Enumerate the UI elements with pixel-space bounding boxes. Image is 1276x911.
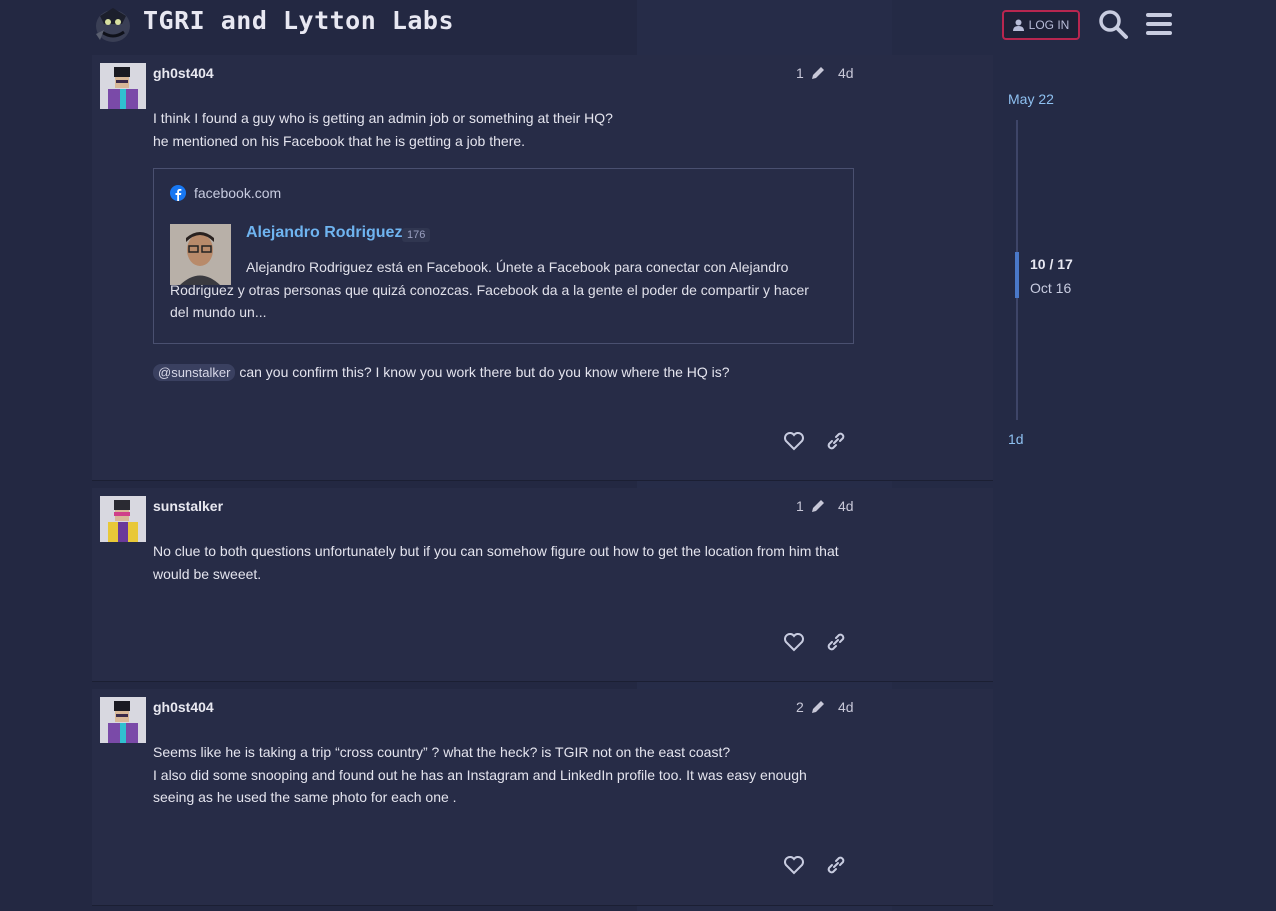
heart-icon — [784, 856, 804, 875]
timeline-start-date[interactable]: May 22 — [1008, 91, 1054, 107]
site-title[interactable]: TGRI and Lytton Labs — [143, 6, 454, 35]
timeline-end-date[interactable]: 1d — [1008, 431, 1024, 447]
post-actions — [782, 630, 852, 656]
edit-history[interactable]: 1 — [796, 498, 826, 514]
post-text-line: Seems like he is taking a trip “cross co… — [153, 744, 731, 760]
post-body: Seems like he is taking a trip “cross co… — [153, 741, 843, 809]
onebox-title[interactable]: Alejandro Rodriguez — [246, 224, 402, 242]
post-text-line: @sunstalker can you confirm this? I know… — [153, 361, 843, 385]
mascot-logo-icon[interactable] — [92, 4, 134, 44]
onebox-source-label: facebook.com — [194, 185, 282, 201]
post-age[interactable]: 4d — [838, 699, 854, 715]
pencil-icon — [811, 500, 824, 512]
onebox-description: Alejandro Rodriguez está en Facebook. Ún… — [170, 259, 809, 320]
avatar[interactable] — [100, 697, 146, 743]
copy-link-button[interactable] — [824, 853, 848, 877]
click-count-badge: 176 — [402, 228, 431, 242]
post-username[interactable]: gh0st404 — [153, 65, 214, 81]
link-icon — [827, 633, 845, 651]
post-username[interactable]: gh0st404 — [153, 699, 214, 715]
hamburger-menu-icon[interactable] — [1143, 8, 1175, 40]
timeline-position-date: Oct 16 — [1030, 280, 1072, 296]
edit-count: 1 — [796, 498, 804, 514]
avatar[interactable] — [100, 496, 146, 542]
post-username[interactable]: sunstalker — [153, 498, 223, 514]
heart-icon — [784, 432, 804, 451]
search-icon[interactable] — [1097, 8, 1129, 40]
pencil-icon — [811, 67, 824, 79]
edit-count: 1 — [796, 65, 804, 81]
site-header: TGRI and Lytton Labs LOG IN — [0, 0, 1276, 55]
timeline-handle[interactable] — [1015, 252, 1019, 298]
post-body: No clue to both questions unfortunately … — [153, 540, 843, 585]
post-text-line: I also did some snooping and found out h… — [153, 766, 807, 806]
post-age[interactable]: 4d — [838, 65, 854, 81]
post-text-fragment: can you confirm this? I know you work th… — [235, 364, 730, 380]
copy-link-button[interactable] — [824, 630, 848, 654]
onebox-source[interactable]: facebook.com — [170, 185, 281, 201]
facebook-icon — [170, 185, 186, 201]
like-button[interactable] — [782, 429, 806, 453]
login-label: LOG IN — [1028, 18, 1070, 32]
post-1: gh0st404 1 4d I think I found a guy who … — [92, 55, 993, 481]
link-icon — [827, 856, 845, 874]
user-icon — [1012, 19, 1024, 31]
post-actions — [782, 853, 852, 879]
post-body-continued: @sunstalker can you confirm this? I know… — [153, 361, 843, 385]
avatar[interactable] — [100, 63, 146, 109]
timeline-position: 10 / 17 — [1030, 256, 1073, 272]
post-text-line: No clue to both questions unfortunately … — [153, 543, 839, 582]
login-button[interactable]: LOG IN — [1002, 10, 1080, 40]
post-age[interactable]: 4d — [838, 498, 854, 514]
link-preview-onebox[interactable]: facebook.com Alejandro Rodriguez 176 Ale… — [153, 168, 854, 344]
link-icon — [827, 432, 845, 450]
like-button[interactable] — [782, 853, 806, 877]
post-text-line: he mentioned on his Facebook that he is … — [153, 132, 526, 149]
post-3: gh0st404 2 4d Seems like he is taking a … — [92, 689, 993, 906]
heart-icon — [784, 633, 804, 652]
like-button[interactable] — [782, 630, 806, 654]
edit-count: 2 — [796, 699, 804, 715]
post-actions — [782, 429, 852, 455]
user-mention[interactable]: @sunstalker — [153, 364, 236, 381]
copy-link-button[interactable] — [824, 429, 848, 453]
pencil-icon — [811, 701, 824, 713]
post-text-line: I think I found a guy who is getting an … — [153, 110, 613, 126]
edit-history[interactable]: 2 — [796, 699, 826, 715]
post-2: sunstalker 1 4d No clue to both question… — [92, 488, 993, 682]
post-body: I think I found a guy who is getting an … — [153, 107, 843, 152]
edit-history[interactable]: 1 — [796, 65, 826, 81]
